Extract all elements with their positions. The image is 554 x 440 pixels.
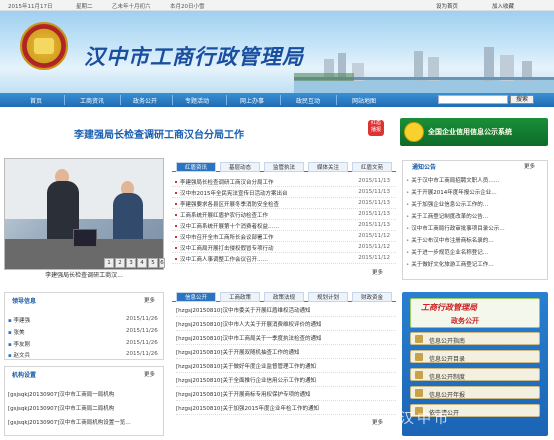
list-item[interactable]: 关于工商登记制度改革的公告… <box>406 212 546 220</box>
nav-item-home[interactable]: 首页 <box>30 96 42 105</box>
tab-grassroots[interactable]: 基层动态 <box>220 162 260 172</box>
nav-item-news[interactable]: 工商资讯 <box>80 96 104 105</box>
document-icon <box>415 335 423 343</box>
list-item[interactable]: [hzgsj20150810]关于加强2015年度企业年检工作的通知 <box>176 404 396 415</box>
list-item[interactable]: 汉中市2015年全民宪法宣传日活动方案出台 2015/11/13 <box>172 187 396 198</box>
red-shield-badge: 红盾 播报 <box>368 120 384 136</box>
gov-open-title: 工商行政管理局 <box>421 303 477 312</box>
list-item[interactable]: 汉中市工商局行政审批事项目录公示… <box>406 224 546 232</box>
list-item[interactable]: 关于公布汉中市注册商标名录的… <box>406 236 546 244</box>
list-item[interactable]: [gsjsqkj20130907]汉中市工商局二局机构 <box>8 404 158 412</box>
list-item[interactable]: 关于做好文化旅游工商登记工作… <box>406 260 546 268</box>
list-item[interactable]: 李建强要求各县区开展冬季消防安全检查 2015/11/13 <box>172 198 396 209</box>
tab-info-public[interactable]: 信息公开 <box>176 292 216 302</box>
credit-system-banner[interactable]: 全国企业信用信息公示系统 <box>400 118 548 146</box>
tab-finance[interactable]: 财政资金 <box>352 292 392 302</box>
credit-badge-icon <box>404 122 424 142</box>
tab-policy[interactable]: 工商政策 <box>220 292 260 302</box>
pager-1[interactable]: 1 <box>104 258 114 268</box>
public-more-link[interactable]: 更多 <box>372 418 383 426</box>
list-item[interactable]: 汉中工商人事调整工作会议召开…… 2015/11/12 <box>172 253 396 264</box>
list-item[interactable]: [hzgsj20150810]汉中市委关于开展红盾维权活动通知 <box>176 306 396 317</box>
document-icon <box>415 371 423 379</box>
info-annual-report-button[interactable]: 信息公开年报 <box>410 386 540 399</box>
add-favorite-link[interactable]: 加入收藏 <box>492 2 514 10</box>
top-bar: 2015年11月17日 星期二 乙未年十月初六 本月20日小雪 设为首页 加入收… <box>0 0 554 11</box>
document-icon <box>415 353 423 361</box>
list-item[interactable]: [hzgsj20150810]关于做好年度企业监督管理工作的通知 <box>176 362 396 373</box>
public-tab-bar: 信息公开 工商政策 政策法规 规划计划 财政资金 <box>172 292 396 302</box>
list-item[interactable]: 关于汉中市工商局招聘文职人员…… <box>406 176 546 184</box>
list-item[interactable]: [gsjsqkj20130907]汉中市工商局一局机构 <box>8 390 158 398</box>
nav-item-interaction[interactable]: 政民互动 <box>296 96 320 105</box>
list-item[interactable]: 关于开展2014年度年报公示企业… <box>406 188 546 196</box>
weekday-text: 星期二 <box>76 4 93 10</box>
info-guide-button[interactable]: 信息公开指南 <box>410 332 540 345</box>
tab-media[interactable]: 媒体关注 <box>308 162 348 172</box>
tab-culture[interactable]: 红盾文苑 <box>352 162 392 172</box>
list-item[interactable]: 关于进一步规范企业名称登记… <box>406 248 546 256</box>
list-item[interactable]: 张美2015/11/26 <box>8 328 158 336</box>
badge-text-bottom: 播报 <box>370 127 381 133</box>
list-item[interactable]: 汉中市召开全市工商所长会议部署工作 2015/11/12 <box>172 231 396 242</box>
tab-regulations[interactable]: 政策法规 <box>264 292 304 302</box>
site-title: 汉中市工商行政管理局 <box>84 44 304 69</box>
notice-title: 通知公告 <box>412 164 437 171</box>
pager-4[interactable]: 4 <box>137 258 147 268</box>
nav-item-gov-affairs[interactable]: 政务公开 <box>133 96 157 105</box>
news-tab-bar: 红盾资讯 基层动态 监管执法 媒体关注 红盾文苑 <box>172 162 396 172</box>
list-item[interactable]: 汉中工商局开展打击侵权假冒专项行动 2015/11/12 <box>172 242 396 253</box>
nav-item-sitemap[interactable]: 网站地图 <box>352 96 376 105</box>
agency-title: 机构设置 <box>12 372 37 379</box>
list-item[interactable]: 李友刚2015/11/26 <box>8 340 158 348</box>
city-skyline-image <box>294 47 554 93</box>
list-item[interactable]: 李建强局长检查调研工商汉台分局工作 2015/11/13 <box>172 176 396 187</box>
list-item[interactable]: 汉中工商系统开展第十个消费者权益…… 2015/11/13 <box>172 220 396 231</box>
leader-title: 领导信息 <box>12 298 37 305</box>
list-item[interactable]: [gsjsqkj20130907]汉中市工商局机构设置一览… <box>8 418 158 426</box>
headline-link[interactable]: 李建强局长检查调研工商汉台分局工作 <box>74 126 244 141</box>
list-item[interactable]: 工商系统开展红盾护农行动检查工作 2015/11/13 <box>172 209 396 220</box>
pager-3[interactable]: 3 <box>126 258 136 268</box>
pager-6[interactable]: 6 <box>159 258 165 268</box>
pager-5[interactable]: 5 <box>148 258 158 268</box>
gov-open-header: 工商行政管理局 政务公开 <box>410 298 540 328</box>
credit-system-label: 全国企业信用信息公示系统 <box>428 128 512 136</box>
list-item[interactable]: 赵文兵2015/11/26 <box>8 351 158 359</box>
pager-2[interactable]: 2 <box>115 258 125 268</box>
info-catalog-button[interactable]: 信息公开目录 <box>410 350 540 363</box>
watermark-text: 汉中市 <box>400 411 451 427</box>
badge-text-top: 红盾 <box>370 120 381 126</box>
news-photo[interactable] <box>4 158 164 270</box>
leader-more-link[interactable]: 更多 <box>144 296 155 304</box>
notice-more-link[interactable]: 更多 <box>524 162 535 170</box>
national-emblem-logo <box>20 22 68 70</box>
search-button[interactable]: 搜索 <box>510 95 534 104</box>
solar-term-text: 本月20日小雪 <box>170 4 205 10</box>
agency-more-link[interactable]: 更多 <box>144 370 155 378</box>
tab-red-shield-news[interactable]: 红盾资讯 <box>176 162 216 172</box>
document-icon <box>415 389 423 397</box>
tab-enforcement[interactable]: 监管执法 <box>264 162 304 172</box>
list-item[interactable]: 李建强2015/11/26 <box>8 316 158 324</box>
list-item[interactable]: [hzgsj20150810]汉中市人大关于开展消费维权评价的通知 <box>176 320 396 331</box>
nav-item-topics[interactable]: 专题活动 <box>185 96 209 105</box>
tab-planning[interactable]: 规划计划 <box>308 292 348 302</box>
date-text: 2015年11月17日 <box>8 4 53 10</box>
list-item[interactable]: [hzgsj20150810]汉中市工商局关于一季度执法检查的通知 <box>176 334 396 345</box>
lunar-text: 乙未年十月初六 <box>112 4 151 10</box>
news-more-link[interactable]: 更多 <box>372 268 383 276</box>
photo-caption[interactable]: 李建强局长检查调研工商汉... <box>4 270 164 280</box>
list-item[interactable]: [hzgsj20150810]关于开展双随机抽查工作的通知 <box>176 348 396 359</box>
gov-open-subtitle: 政务公开 <box>451 317 479 325</box>
nav-item-online-service[interactable]: 网上办事 <box>240 96 264 105</box>
info-rules-button[interactable]: 信息公开制度 <box>410 368 540 381</box>
set-home-link[interactable]: 设为首页 <box>436 2 458 10</box>
list-item[interactable]: [hzgsj20150810]关于开展商标专用权保护专项的通知 <box>176 390 396 401</box>
list-item[interactable]: 关于加强企业信息公示工作的… <box>406 200 546 208</box>
list-item[interactable]: [hzgsj20150810]关于全面推行企业信用公示工作的通知 <box>176 376 396 387</box>
search-input[interactable] <box>438 95 508 104</box>
